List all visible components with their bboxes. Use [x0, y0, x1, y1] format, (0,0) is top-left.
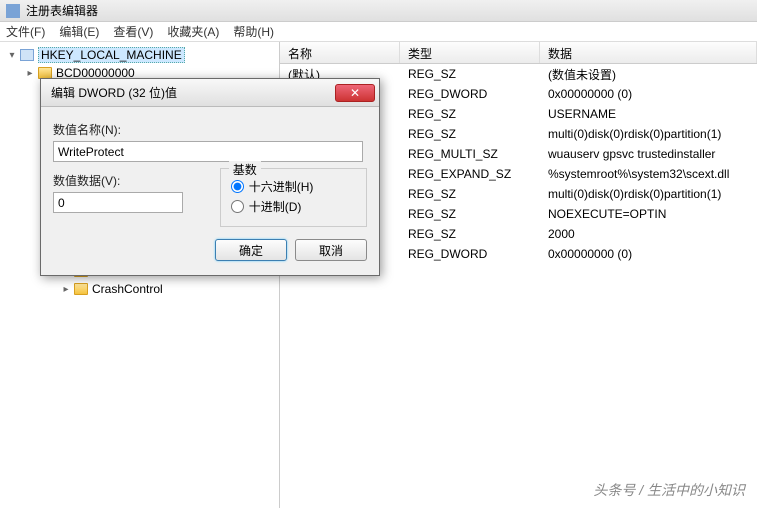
col-name[interactable]: 名称 [280, 42, 400, 63]
tree-root[interactable]: HKEY_LOCAL_MACHINE [38, 47, 185, 63]
window-title-bar: 注册表编辑器 [0, 0, 757, 22]
edit-dword-dialog: 编辑 DWORD (32 位)值 ✕ 数值名称(N): 数值数据(V): 基数 … [40, 78, 380, 276]
folder-icon [74, 283, 88, 295]
cell-type: REG_SZ [400, 225, 540, 243]
cell-data: multi(0)disk(0)rdisk(0)partition(1) [540, 125, 757, 143]
computer-icon [20, 49, 34, 61]
cell-type: REG_SZ [400, 105, 540, 123]
cell-type: REG_DWORD [400, 245, 540, 263]
base-legend: 基数 [229, 161, 261, 178]
radio-hex[interactable]: 十六进制(H) [231, 178, 356, 195]
cell-data: NOEXECUTE=OPTIN [540, 205, 757, 223]
value-name-input [53, 141, 363, 162]
cell-data: multi(0)disk(0)rdisk(0)partition(1) [540, 185, 757, 203]
cell-type: REG_DWORD [400, 85, 540, 103]
col-type[interactable]: 类型 [400, 42, 540, 63]
app-icon [6, 4, 20, 18]
cell-type: REG_SZ [400, 125, 540, 143]
ok-button[interactable]: 确定 [215, 239, 287, 261]
menu-help[interactable]: 帮助(H) [233, 23, 274, 40]
cell-data: 0x00000000 (0) [540, 245, 757, 263]
cell-data: (数值未设置) [540, 64, 757, 85]
collapse-icon[interactable]: ▾ [6, 49, 18, 61]
window-title: 注册表编辑器 [26, 2, 98, 19]
dialog-title-bar[interactable]: 编辑 DWORD (32 位)值 ✕ [41, 79, 379, 107]
cell-data: 2000 [540, 225, 757, 243]
cell-data: %systemroot%\system32\scext.dll [540, 165, 757, 183]
cell-type: REG_EXPAND_SZ [400, 165, 540, 183]
menu-bar: 文件(F) 编辑(E) 查看(V) 收藏夹(A) 帮助(H) [0, 22, 757, 42]
cell-data: wuauserv gpsvc trustedinstaller [540, 145, 757, 163]
value-name-label: 数值名称(N): [53, 121, 367, 138]
watermark: 头条号 / 生活中的小知识 [593, 480, 745, 500]
cancel-button[interactable]: 取消 [295, 239, 367, 261]
cell-type: REG_SZ [400, 185, 540, 203]
menu-file[interactable]: 文件(F) [6, 23, 45, 40]
close-button[interactable]: ✕ [335, 84, 375, 102]
col-data[interactable]: 数据 [540, 42, 757, 63]
tree-label: CrashControl [92, 282, 163, 296]
cell-type: REG_MULTI_SZ [400, 145, 540, 163]
menu-view[interactable]: 查看(V) [113, 23, 153, 40]
cell-type: REG_SZ [400, 205, 540, 223]
value-data-input[interactable] [53, 192, 183, 213]
cell-type: REG_SZ [400, 65, 540, 83]
cell-data: 0x00000000 (0) [540, 85, 757, 103]
dialog-title: 编辑 DWORD (32 位)值 [51, 84, 177, 101]
menu-edit[interactable]: 编辑(E) [59, 23, 99, 40]
base-group: 基数 十六进制(H) 十进制(D) [220, 168, 367, 227]
tree-item[interactable]: ▸ CrashControl [0, 280, 279, 298]
cell-data: USERNAME [540, 105, 757, 123]
list-header: 名称 类型 数据 [280, 42, 757, 64]
value-data-label: 数值数据(V): [53, 172, 200, 189]
radio-dec[interactable]: 十进制(D) [231, 198, 356, 215]
menu-favorites[interactable]: 收藏夹(A) [167, 23, 219, 40]
expand-icon[interactable]: ▸ [24, 67, 36, 79]
expand-icon[interactable]: ▸ [60, 283, 72, 295]
